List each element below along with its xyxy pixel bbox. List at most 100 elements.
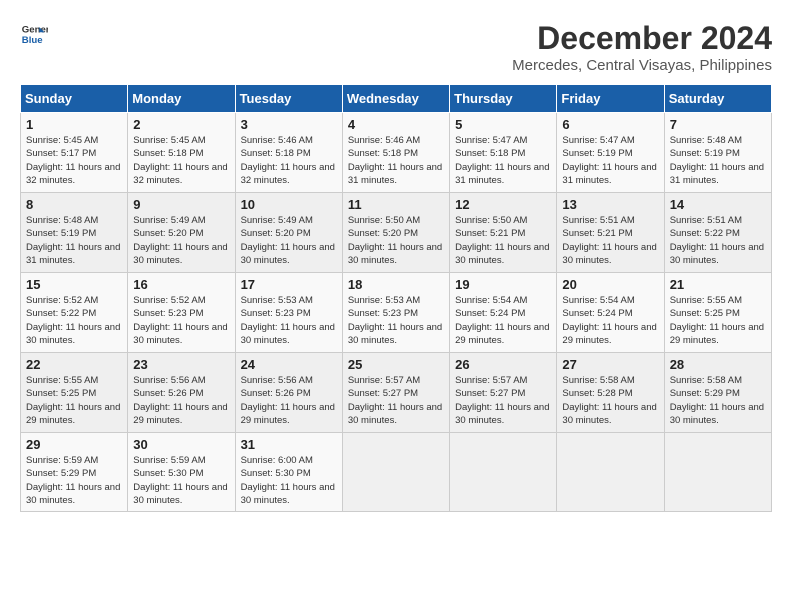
weekday-header-saturday: Saturday (664, 85, 771, 113)
calendar-cell: 20Sunrise: 5:54 AMSunset: 5:24 PMDayligh… (557, 273, 664, 353)
calendar-week-2: 8 Sunrise: 5:48 AMSunset: 5:19 PMDaylight… (21, 193, 772, 273)
calendar-cell: 1 Sunrise: 5:45 AMSunset: 5:17 PMDaylight… (21, 113, 128, 193)
weekday-header-wednesday: Wednesday (342, 85, 449, 113)
day-info: Sunrise: 5:55 AMSunset: 5:25 PMDaylight:… (670, 294, 766, 347)
calendar-cell: 5Sunrise: 5:47 AMSunset: 5:18 PMDaylight… (450, 113, 557, 193)
day-number: 23 (133, 357, 229, 372)
calendar-cell: 9Sunrise: 5:49 AMSunset: 5:20 PMDaylight… (128, 193, 235, 273)
day-info: Sunrise: 5:45 AMSunset: 5:17 PMDaylight:… (26, 134, 122, 187)
weekday-header-sunday: Sunday (21, 85, 128, 113)
day-info: Sunrise: 5:52 AMSunset: 5:23 PMDaylight:… (133, 294, 229, 347)
weekday-header-friday: Friday (557, 85, 664, 113)
calendar-cell: 25 Sunrise: 5:57 AMSunset: 5:27 PMDayligh… (342, 353, 449, 433)
page-header: General Blue December 2024 Mercedes, Cen… (20, 20, 772, 74)
calendar-cell: 21 Sunrise: 5:55 AMSunset: 5:25 PMDayligh… (664, 273, 771, 353)
day-info: Sunrise: 5:55 AMSunset: 5:25 PMDaylight:… (26, 374, 122, 427)
day-info: Sunrise: 5:54 AMSunset: 5:24 PMDaylight:… (455, 294, 551, 347)
day-number: 15 (26, 277, 122, 292)
calendar-cell: 8 Sunrise: 5:48 AMSunset: 5:19 PMDaylight… (21, 193, 128, 273)
weekday-header-monday: Monday (128, 85, 235, 113)
calendar-cell: 30 Sunrise: 5:59 AMSunset: 5:30 PMDayligh… (128, 433, 235, 512)
logo: General Blue (20, 20, 48, 48)
day-info: Sunrise: 5:59 AMSunset: 5:30 PMDaylight:… (133, 454, 229, 507)
day-number: 13 (562, 197, 658, 212)
day-number: 19 (455, 277, 551, 292)
day-info: Sunrise: 5:54 AMSunset: 5:24 PMDaylight:… (562, 294, 658, 347)
day-info: Sunrise: 5:56 AMSunset: 5:26 PMDaylight:… (241, 374, 337, 427)
day-number: 25 (348, 357, 444, 372)
calendar-cell: 7Sunrise: 5:48 AMSunset: 5:19 PMDaylight… (664, 113, 771, 193)
calendar-cell: 12 Sunrise: 5:50 AMSunset: 5:21 PMDayligh… (450, 193, 557, 273)
weekday-header-tuesday: Tuesday (235, 85, 342, 113)
day-number: 18 (348, 277, 444, 292)
day-info: Sunrise: 5:58 AMSunset: 5:28 PMDaylight:… (562, 374, 658, 427)
calendar-week-4: 22Sunrise: 5:55 AMSunset: 5:25 PMDayligh… (21, 353, 772, 433)
day-info: Sunrise: 5:50 AMSunset: 5:21 PMDaylight:… (455, 214, 551, 267)
location-subtitle: Mercedes, Central Visayas, Philippines (512, 57, 772, 74)
calendar-cell: 29 Sunrise: 5:59 AMSunset: 5:29 PMDayligh… (21, 433, 128, 512)
calendar-cell: 22Sunrise: 5:55 AMSunset: 5:25 PMDayligh… (21, 353, 128, 433)
calendar-cell: 31 Sunrise: 6:00 AMSunset: 5:30 PMDayligh… (235, 433, 342, 512)
day-info: Sunrise: 5:50 AMSunset: 5:20 PMDaylight:… (348, 214, 444, 267)
day-info: Sunrise: 5:51 AMSunset: 5:21 PMDaylight:… (562, 214, 658, 267)
day-number: 7 (670, 117, 766, 132)
calendar-cell: 14Sunrise: 5:51 AMSunset: 5:22 PMDayligh… (664, 193, 771, 273)
calendar-cell (557, 433, 664, 512)
day-number: 26 (455, 357, 551, 372)
calendar-cell: 15 Sunrise: 5:52 AMSunset: 5:22 PMDayligh… (21, 273, 128, 353)
day-number: 11 (348, 197, 444, 212)
calendar-cell: 4 Sunrise: 5:46 AMSunset: 5:18 PMDaylight… (342, 113, 449, 193)
day-number: 4 (348, 117, 444, 132)
svg-text:General: General (22, 24, 48, 35)
day-number: 17 (241, 277, 337, 292)
day-info: Sunrise: 5:45 AMSunset: 5:18 PMDaylight:… (133, 134, 229, 187)
calendar-cell: 16 Sunrise: 5:52 AMSunset: 5:23 PMDayligh… (128, 273, 235, 353)
day-number: 6 (562, 117, 658, 132)
calendar-cell: 18 Sunrise: 5:53 AMSunset: 5:23 PMDayligh… (342, 273, 449, 353)
day-info: Sunrise: 5:52 AMSunset: 5:22 PMDaylight:… (26, 294, 122, 347)
day-info: Sunrise: 5:59 AMSunset: 5:29 PMDaylight:… (26, 454, 122, 507)
calendar-table: SundayMondayTuesdayWednesdayThursdayFrid… (20, 84, 772, 512)
calendar-cell: 17 Sunrise: 5:53 AMSunset: 5:23 PMDayligh… (235, 273, 342, 353)
calendar-cell: 3 Sunrise: 5:46 AMSunset: 5:18 PMDaylight… (235, 113, 342, 193)
calendar-cell: 28 Sunrise: 5:58 AMSunset: 5:29 PMDayligh… (664, 353, 771, 433)
calendar-week-3: 15 Sunrise: 5:52 AMSunset: 5:22 PMDayligh… (21, 273, 772, 353)
day-info: Sunrise: 5:48 AMSunset: 5:19 PMDaylight:… (26, 214, 122, 267)
weekday-header-thursday: Thursday (450, 85, 557, 113)
day-info: Sunrise: 5:57 AMSunset: 5:27 PMDaylight:… (348, 374, 444, 427)
day-info: Sunrise: 5:47 AMSunset: 5:18 PMDaylight:… (455, 134, 551, 187)
day-number: 12 (455, 197, 551, 212)
day-number: 24 (241, 357, 337, 372)
day-info: Sunrise: 5:53 AMSunset: 5:23 PMDaylight:… (241, 294, 337, 347)
calendar-cell (450, 433, 557, 512)
calendar-cell: 11 Sunrise: 5:50 AMSunset: 5:20 PMDayligh… (342, 193, 449, 273)
day-number: 8 (26, 197, 122, 212)
day-number: 29 (26, 437, 122, 452)
title-area: December 2024 Mercedes, Central Visayas,… (512, 20, 772, 74)
calendar-cell: 23 Sunrise: 5:56 AMSunset: 5:26 PMDayligh… (128, 353, 235, 433)
day-number: 1 (26, 117, 122, 132)
day-number: 9 (133, 197, 229, 212)
day-number: 16 (133, 277, 229, 292)
day-number: 28 (670, 357, 766, 372)
svg-text:Blue: Blue (22, 35, 43, 46)
calendar-cell: 2Sunrise: 5:45 AMSunset: 5:18 PMDaylight… (128, 113, 235, 193)
day-info: Sunrise: 5:51 AMSunset: 5:22 PMDaylight:… (670, 214, 766, 267)
day-number: 21 (670, 277, 766, 292)
calendar-cell: 6Sunrise: 5:47 AMSunset: 5:19 PMDaylight… (557, 113, 664, 193)
day-info: Sunrise: 5:53 AMSunset: 5:23 PMDaylight:… (348, 294, 444, 347)
day-info: Sunrise: 5:58 AMSunset: 5:29 PMDaylight:… (670, 374, 766, 427)
day-number: 10 (241, 197, 337, 212)
day-info: Sunrise: 5:46 AMSunset: 5:18 PMDaylight:… (348, 134, 444, 187)
day-info: Sunrise: 6:00 AMSunset: 5:30 PMDaylight:… (241, 454, 337, 507)
day-info: Sunrise: 5:56 AMSunset: 5:26 PMDaylight:… (133, 374, 229, 427)
calendar-cell: 13 Sunrise: 5:51 AMSunset: 5:21 PMDayligh… (557, 193, 664, 273)
calendar-cell: 24 Sunrise: 5:56 AMSunset: 5:26 PMDayligh… (235, 353, 342, 433)
calendar-cell (664, 433, 771, 512)
day-number: 3 (241, 117, 337, 132)
day-info: Sunrise: 5:49 AMSunset: 5:20 PMDaylight:… (241, 214, 337, 267)
day-number: 30 (133, 437, 229, 452)
day-info: Sunrise: 5:46 AMSunset: 5:18 PMDaylight:… (241, 134, 337, 187)
day-number: 31 (241, 437, 337, 452)
calendar-week-5: 29 Sunrise: 5:59 AMSunset: 5:29 PMDayligh… (21, 433, 772, 512)
